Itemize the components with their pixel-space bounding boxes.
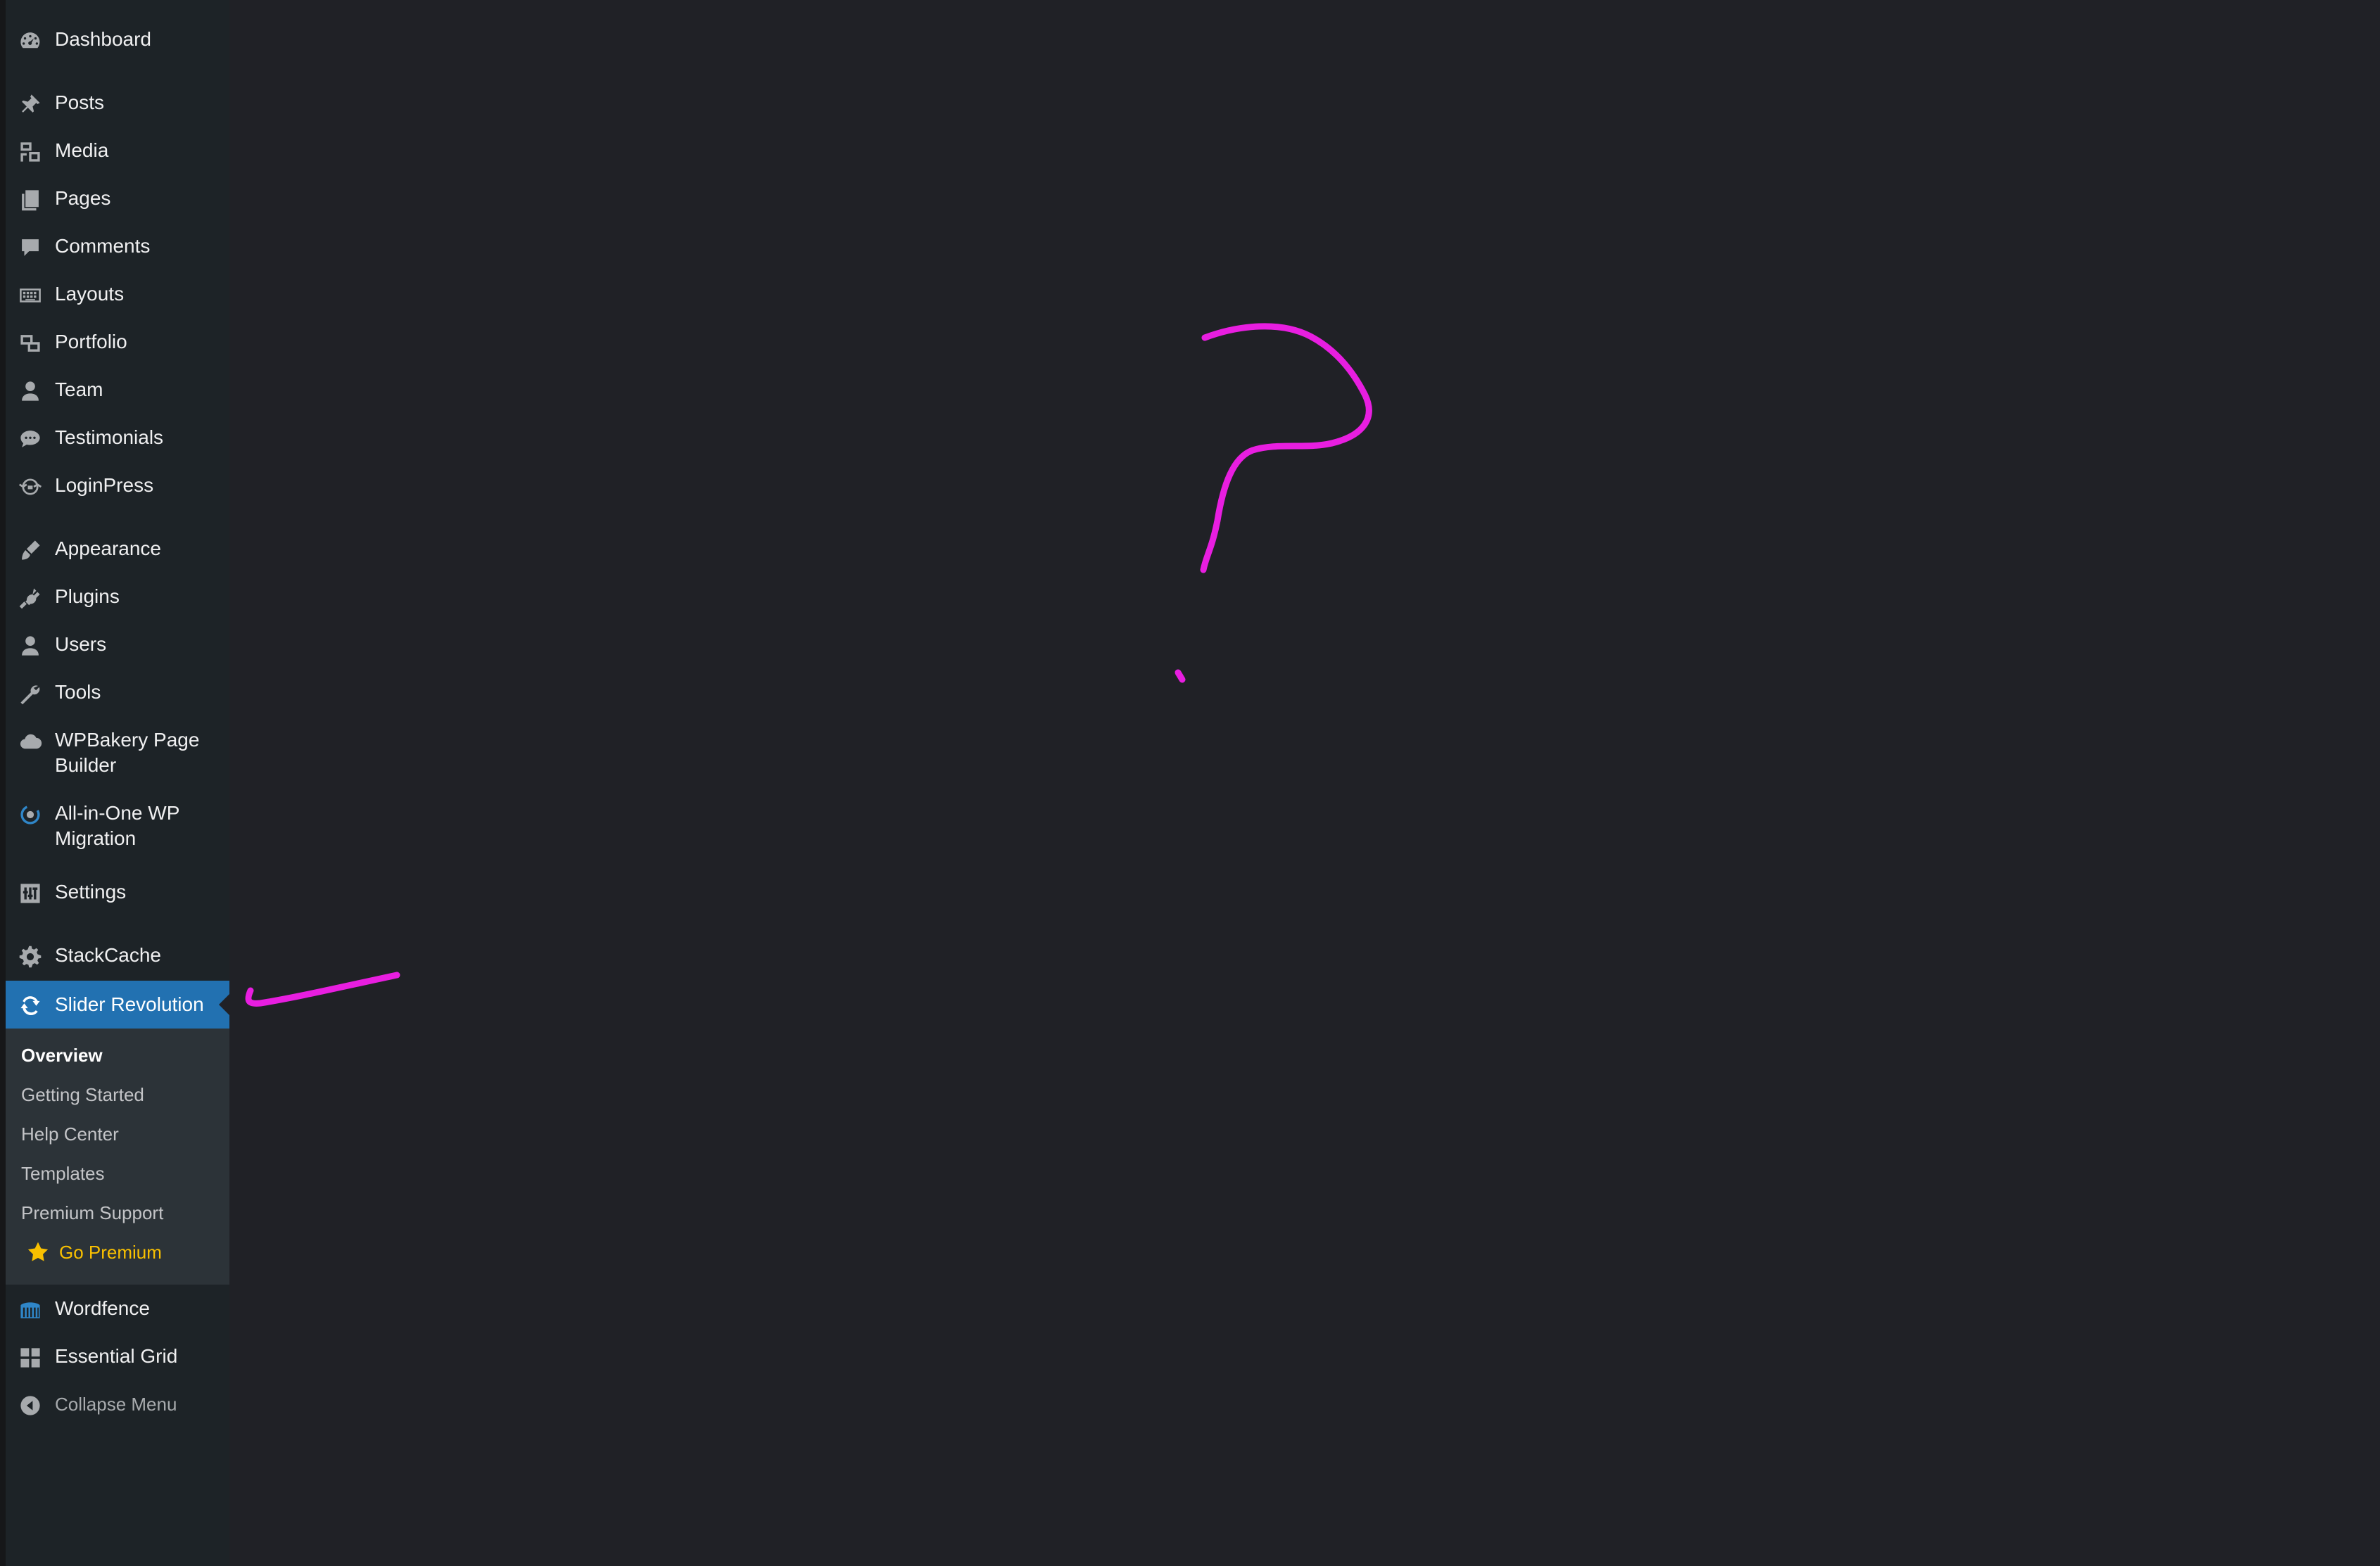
sidebar-item-users[interactable]: Users <box>6 632 229 660</box>
submenu-item-getting-started[interactable]: Getting Started <box>21 1083 144 1106</box>
sidebar-item-wordfence[interactable]: Wordfence <box>6 1296 229 1324</box>
portfolio-icon <box>16 329 44 357</box>
sidebar-item-appearance[interactable]: Appearance <box>6 536 229 564</box>
annotation-question-mark <box>1200 323 1372 573</box>
sidebar-item-plugins[interactable]: Plugins <box>6 584 229 612</box>
sidebar-item-label: Portfolio <box>55 331 127 352</box>
sidebar-item-label: Comments <box>55 235 151 257</box>
sidebar-item-loginpress[interactable]: LoginPress <box>6 473 229 501</box>
sidebar-item-comments[interactable]: Comments <box>6 234 229 262</box>
dashboard-icon <box>16 27 44 55</box>
sidebar-item-tools[interactable]: Tools <box>6 680 229 708</box>
grid-icon <box>16 1344 44 1372</box>
admin-sidebar: Dashboard Posts Media Pages Comments Lay… <box>6 0 230 1566</box>
wordfence-icon <box>16 1296 44 1324</box>
submenu-item-go-premium[interactable]: Go Premium <box>21 1241 218 1263</box>
sidebar-item-essential-grid[interactable]: Essential Grid <box>6 1344 229 1372</box>
comment-icon <box>16 234 44 262</box>
sidebar-item-wpbakery[interactable]: WPBakery Page Builder <box>6 727 229 781</box>
sidebar-item-media[interactable]: Media <box>6 138 229 166</box>
sidebar-item-label-line2: Migration <box>55 827 137 849</box>
loginpress-icon <box>16 473 44 501</box>
submenu-item-overview[interactable]: Overview <box>21 1044 103 1067</box>
submenu-item-premium-support[interactable]: Premium Support <box>21 1202 163 1224</box>
person-icon <box>16 377 44 405</box>
collapse-menu-label: Collapse Menu <box>55 1394 177 1415</box>
annotation-question-dot <box>1175 669 1186 683</box>
sidebar-item-label: Plugins <box>55 585 120 607</box>
sidebar-item-label-line2: Builder <box>55 754 117 776</box>
sidebar-item-label: Media <box>55 139 109 161</box>
sidebar-item-label: Dashboard <box>55 28 151 50</box>
window-edge <box>0 0 6 1566</box>
sidebar-item-testimonials[interactable]: Testimonials <box>6 425 229 453</box>
settings-sliders-icon <box>16 879 44 908</box>
sidebar-item-dashboard[interactable]: Dashboard <box>6 27 229 55</box>
collapse-menu-button[interactable]: Collapse Menu <box>6 1392 229 1420</box>
sidebar-item-label: Settings <box>55 881 127 903</box>
sidebar-item-label: Tools <box>55 681 101 703</box>
plugin-icon <box>16 584 44 612</box>
keyboard-icon <box>16 281 44 310</box>
pages-icon <box>16 186 44 214</box>
users-icon <box>16 632 44 660</box>
collapse-arrow-icon <box>16 1392 44 1420</box>
sidebar-item-label: Pages <box>55 187 111 209</box>
sidebar-item-slider-revolution[interactable]: Slider Revolution <box>6 981 230 1029</box>
sidebar-item-layouts[interactable]: Layouts <box>6 281 229 310</box>
cloud-icon <box>16 727 44 756</box>
star-icon <box>27 1242 49 1261</box>
sidebar-item-label: Testimonials <box>55 426 164 448</box>
sidebar-item-label: All-in-One WP <box>55 802 180 824</box>
sidebar-item-label: Users <box>55 633 107 655</box>
sidebar-item-label: Slider Revolution <box>55 993 204 1015</box>
submenu-item-help-center[interactable]: Help Center <box>21 1123 119 1145</box>
sidebar-item-label: Wordfence <box>55 1297 150 1319</box>
pin-icon <box>16 90 44 118</box>
migration-icon <box>16 801 44 829</box>
sidebar-item-pages[interactable]: Pages <box>6 186 229 214</box>
chat-bubble-icon <box>16 425 44 453</box>
sidebar-item-posts[interactable]: Posts <box>6 90 229 118</box>
go-premium-label: Go Premium <box>59 1242 162 1263</box>
sidebar-item-settings[interactable]: Settings <box>6 879 229 908</box>
sidebar-item-label: Layouts <box>55 283 125 305</box>
sidebar-item-label: WPBakery Page <box>55 729 200 751</box>
slider-revolution-submenu: Overview Getting Started Help Center Tem… <box>6 1029 229 1285</box>
wrench-icon <box>16 680 44 708</box>
sidebar-item-label: Team <box>55 378 103 400</box>
wp-admin-screen: Dashboard Posts Media Pages Comments Lay… <box>0 0 2380 1566</box>
sidebar-item-stackcache[interactable]: StackCache <box>6 943 229 971</box>
refresh-icon <box>16 991 44 1019</box>
media-icon <box>16 138 44 166</box>
sidebar-item-portfolio[interactable]: Portfolio <box>6 329 229 357</box>
sidebar-item-label: Posts <box>55 91 105 113</box>
sidebar-item-label: LoginPress <box>55 474 154 496</box>
sidebar-item-label: Appearance <box>55 537 162 559</box>
submenu-item-templates[interactable]: Templates <box>21 1162 105 1185</box>
sidebar-item-all-in-one-migration[interactable]: All-in-One WP Migration <box>6 801 229 854</box>
sidebar-item-team[interactable]: Team <box>6 377 229 405</box>
gear-icon <box>16 943 44 971</box>
paintbrush-icon <box>16 536 44 564</box>
sidebar-item-label: StackCache <box>55 944 161 966</box>
sidebar-item-label: Essential Grid <box>55 1345 178 1367</box>
current-indicator-arrow <box>219 993 230 1016</box>
annotation-arrow-stroke <box>245 972 400 1007</box>
annotation-overlay <box>245 323 1372 1007</box>
